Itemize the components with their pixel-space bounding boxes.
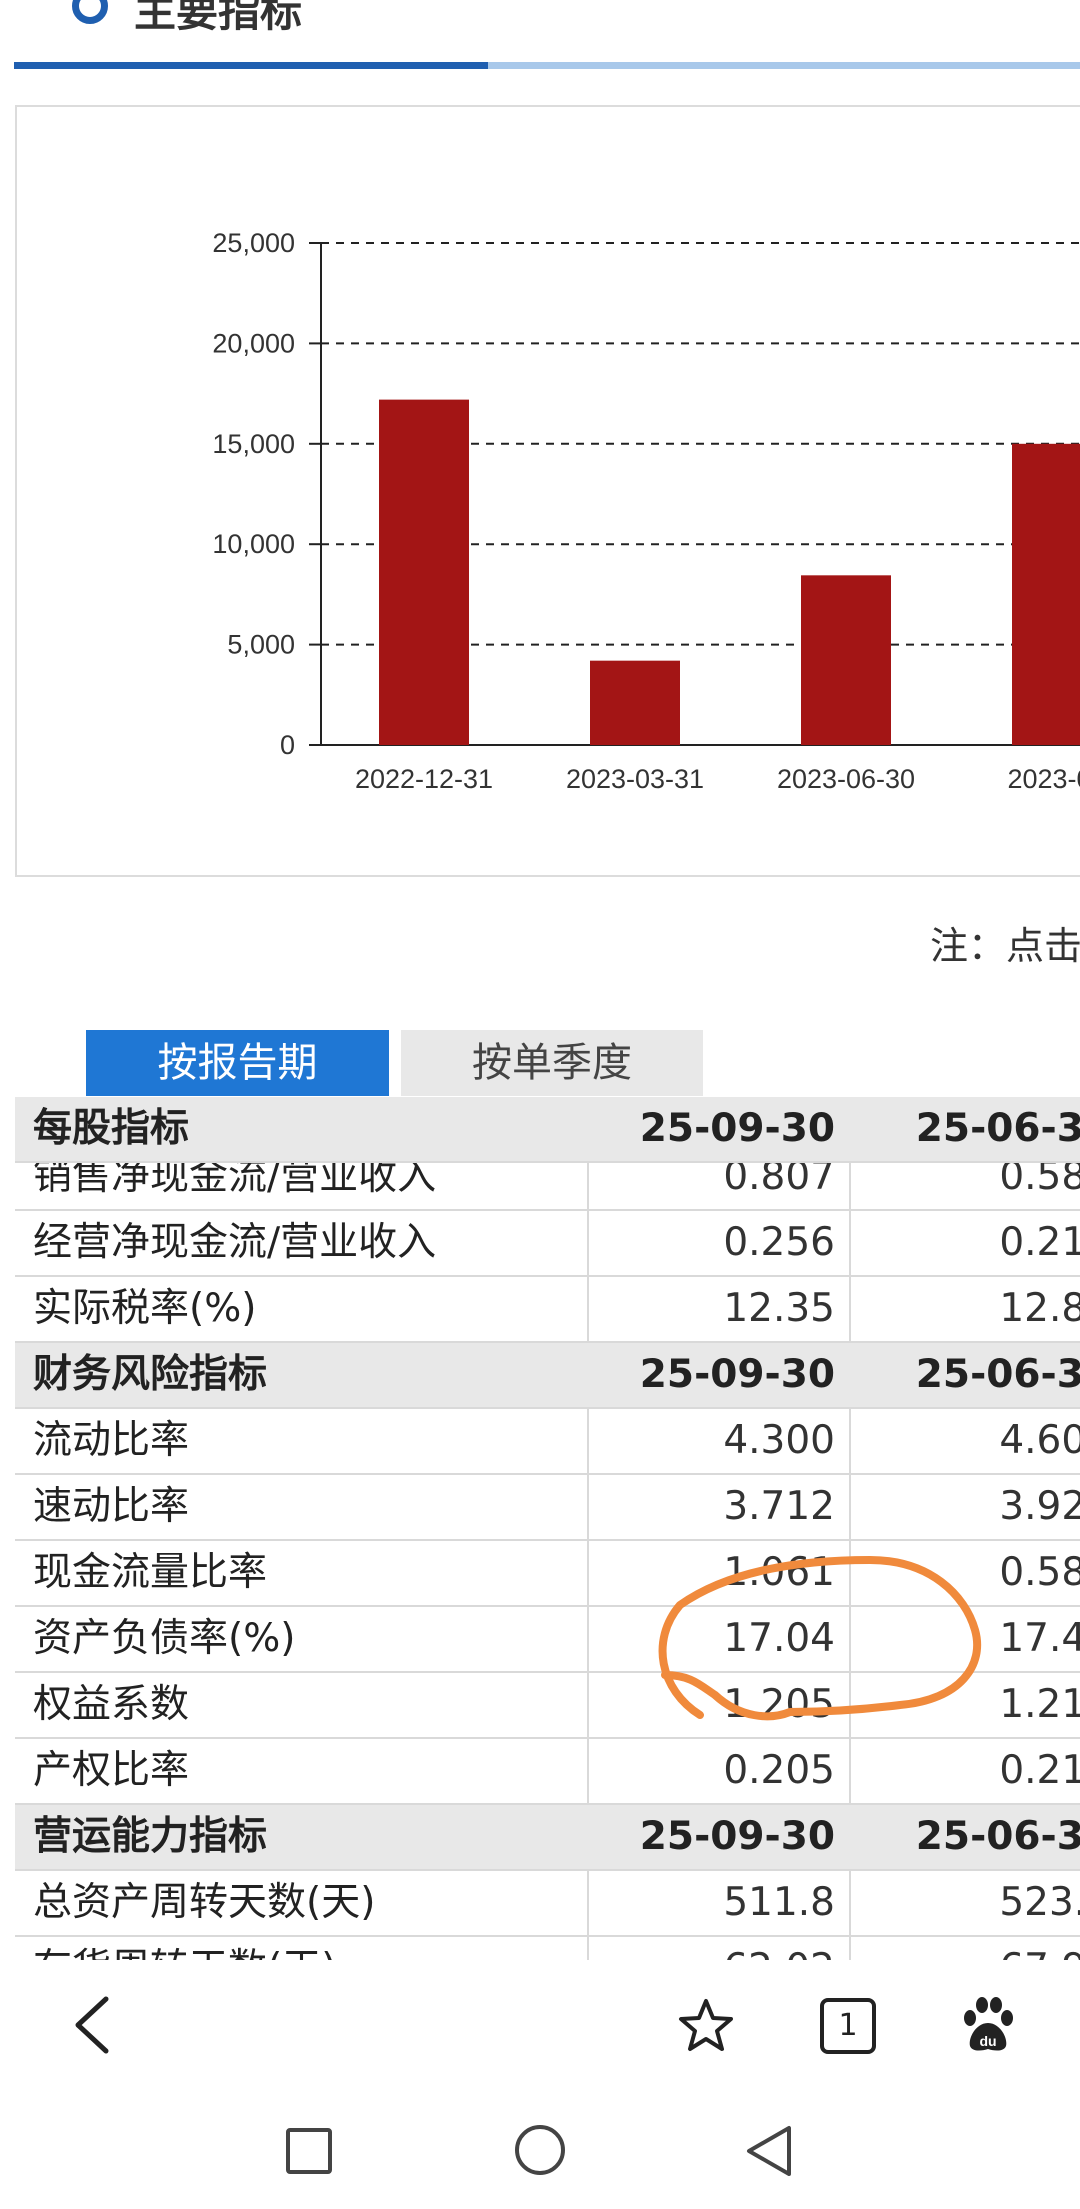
value-col-2: 25-06-30 xyxy=(915,1106,1080,1151)
system-navigation-bar xyxy=(0,2082,1080,2209)
row-label: 现金流量比率 xyxy=(33,1550,268,1595)
value-col-2: 67.94 xyxy=(851,1937,1080,1960)
value-col-2: 17.42 xyxy=(999,1616,1080,1661)
svg-text:du: du xyxy=(979,2033,996,2049)
chart-note: 注：点击 xyxy=(930,924,1080,968)
value-col-1: 511.8 xyxy=(723,1880,835,1925)
row-label: 资产负债率(%) xyxy=(33,1616,296,1661)
row-label: 产权比率 xyxy=(33,1748,190,1793)
table-row: 存货周转天数(天)62.0267.94 xyxy=(15,1937,1080,1960)
section-title: 主要指标 xyxy=(134,0,303,36)
x-tick-label: 2023-09 xyxy=(1007,764,1080,794)
row-label: 实际税率(%) xyxy=(33,1286,257,1331)
table-row: 流动比率 4.300 4.607 xyxy=(15,1409,1080,1475)
value-col-1: 4.300 xyxy=(723,1418,835,1463)
table-row: 实际税率(%) 12.35 12.85 xyxy=(15,1277,1080,1343)
back-icon[interactable] xyxy=(70,1995,114,2055)
tabs-count-icon[interactable]: 1 xyxy=(820,1998,876,2054)
y-tick-label: 25,000 xyxy=(212,228,295,258)
value-col-2: 25-06-30 xyxy=(915,1352,1080,1397)
row-label: 总资产周转天数(天) xyxy=(33,1880,376,1925)
tab-by-period[interactable]: 按报告期 xyxy=(86,1030,389,1096)
value-col-1: 12.35 xyxy=(723,1286,835,1331)
value-col-2: 1.211 xyxy=(999,1682,1080,1727)
bar xyxy=(379,399,469,745)
value-col-1: 62.02 xyxy=(589,1937,851,1960)
row-label: 存货周转天数(天) xyxy=(33,1937,593,1960)
row-label: 经营净现金流/营业收入 xyxy=(33,1220,437,1265)
x-tick-label: 2023-03-31 xyxy=(566,764,704,794)
table-row: 现金流量比率 1.061 0.581 xyxy=(15,1541,1080,1607)
value-col-1: 17.04 xyxy=(723,1616,835,1661)
bar xyxy=(801,575,891,745)
value-col-1: 0.205 xyxy=(723,1748,835,1793)
table-row: 总资产周转天数(天) 511.8 523.6 xyxy=(15,1871,1080,1937)
value-col-1: 1.205 xyxy=(723,1682,835,1727)
table-row: 资产负债率(%) 17.04 17.42 xyxy=(15,1607,1080,1673)
value-col-2: 0.581 xyxy=(999,1550,1080,1595)
section-underline xyxy=(488,62,1080,69)
section-header: 主要指标 xyxy=(0,0,1080,70)
value-col-2: 0.214 xyxy=(999,1220,1080,1265)
value-col-2: 12.85 xyxy=(999,1286,1080,1331)
y-tick-label: 10,000 xyxy=(212,529,295,559)
y-tick-label: 15,000 xyxy=(212,429,295,459)
value-col-2: 4.607 xyxy=(999,1418,1080,1463)
value-col-2: 3.928 xyxy=(999,1484,1080,1529)
bar xyxy=(590,660,680,745)
value-col-2: 0.211 xyxy=(999,1748,1080,1793)
section-underline-active xyxy=(14,62,488,69)
table-row: 经营净现金流/营业收入 0.256 0.214 xyxy=(15,1211,1080,1277)
section-circle-icon xyxy=(72,0,108,24)
y-tick-label: 0 xyxy=(280,730,295,760)
y-tick-label: 20,000 xyxy=(212,328,295,358)
browser-toolbar: 1 du xyxy=(0,1960,1080,2082)
bar-chart-svg: 0 5,000 10,000 15,000 20,000 25,000 2022-12-31… xyxy=(212,228,1080,794)
x-tick-label: 2022-12-31 xyxy=(355,764,493,794)
value-col-2: 523.6 xyxy=(999,1880,1080,1925)
table-row: 速动比率 3.712 3.928 xyxy=(15,1475,1080,1541)
bar-chart: 0 5,000 10,000 15,000 20,000 25,000 2022-12-31… xyxy=(15,105,1080,877)
row-label: 每股指标 xyxy=(33,1106,190,1151)
table-row: 产权比率 0.205 0.211 xyxy=(15,1739,1080,1805)
row-label: 权益系数 xyxy=(33,1682,190,1727)
home-icon[interactable] xyxy=(513,2123,567,2177)
row-label: 流动比率 xyxy=(33,1418,190,1463)
y-tick-label: 5,000 xyxy=(227,630,295,660)
value-col-1: 25-09-30 xyxy=(639,1106,835,1151)
table-section-header: 营运能力指标 25-09-30 25-06-30 xyxy=(15,1805,1080,1871)
table-row: 权益系数 1.205 1.211 xyxy=(15,1673,1080,1739)
value-col-1: 25-09-30 xyxy=(639,1352,835,1397)
table-section-header: 每股指标 25-09-30 25-06-30 xyxy=(15,1097,1080,1163)
tab-by-quarter[interactable]: 按单季度 xyxy=(401,1030,703,1096)
value-col-1: 0.256 xyxy=(723,1220,835,1265)
nav-back-icon[interactable] xyxy=(743,2124,795,2178)
value-col-2: 25-06-30 xyxy=(915,1814,1080,1859)
x-tick-label: 2023-06-30 xyxy=(777,764,915,794)
bar xyxy=(1012,443,1080,745)
row-label: 速动比率 xyxy=(33,1484,190,1529)
recent-apps-icon[interactable] xyxy=(285,2127,333,2175)
row-label: 财务风险指标 xyxy=(33,1352,268,1397)
indicator-table: 每股指标25-09-3025-06-30销售净现金流/营业收入0.8070.58… xyxy=(15,1097,1080,1960)
table-section-header: 财务风险指标 25-09-30 25-06-30 xyxy=(15,1343,1080,1409)
value-col-1: 1.061 xyxy=(723,1550,835,1595)
row-label: 营运能力指标 xyxy=(33,1814,268,1859)
value-col-1: 3.712 xyxy=(723,1484,835,1529)
baidu-paw-icon[interactable]: du xyxy=(960,1996,1016,2052)
bookmark-star-icon[interactable] xyxy=(676,1997,736,2055)
value-col-1: 25-09-30 xyxy=(639,1814,835,1859)
